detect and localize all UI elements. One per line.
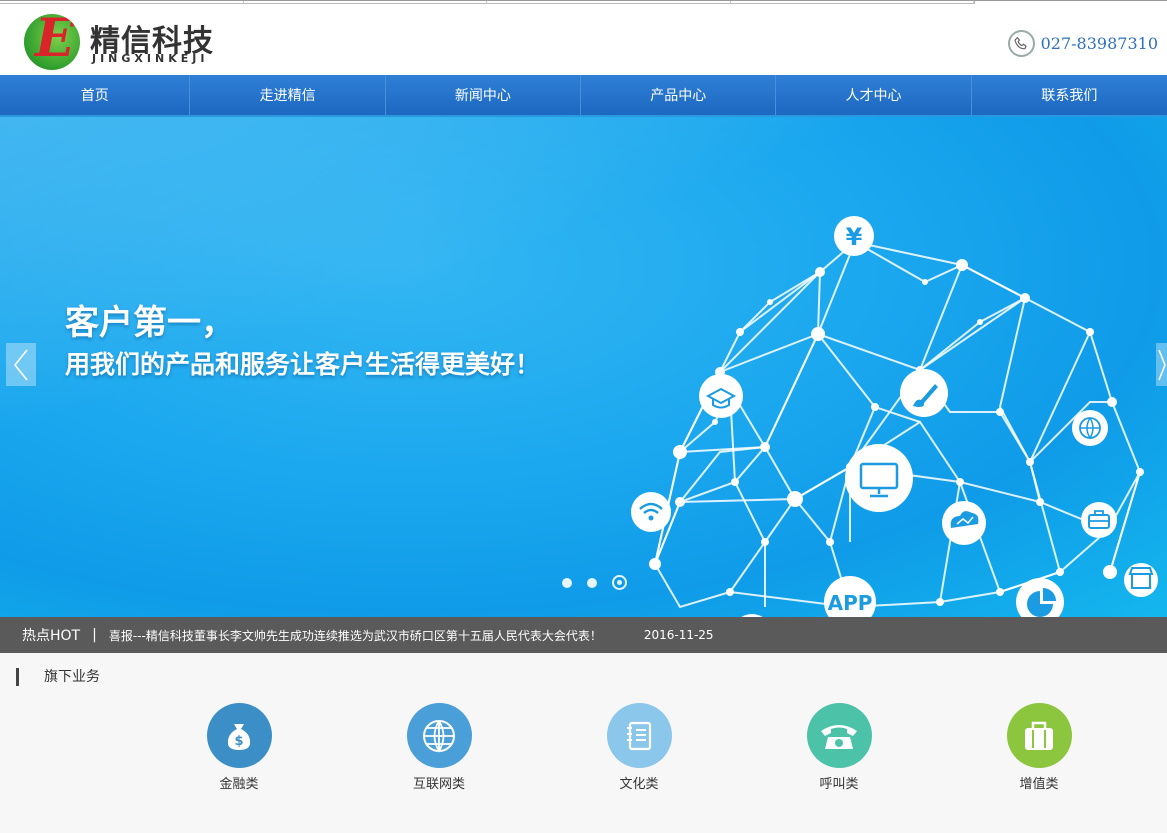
business-list: $ 金融类 互联网类 文化类 呼叫类 增值类: [139, 703, 1139, 792]
telephone-icon: [806, 703, 872, 768]
briefcase-icon: [1006, 703, 1072, 768]
slider-dots: [562, 575, 627, 590]
cloud-network-icon: [942, 501, 986, 545]
network-globe-illustration: ¥ APP: [631, 216, 1158, 617]
nav-item-home[interactable]: 首页: [0, 75, 191, 115]
toolbox-icon: [1081, 502, 1117, 538]
phone-contact: 027-83987310: [1007, 30, 1158, 57]
money-bag-icon: $: [206, 703, 272, 768]
svg-text:$: $: [234, 734, 243, 749]
banner-headline: 客户第一，: [65, 303, 235, 343]
logo[interactable]: E 精信科技 JINGXINKEJI: [24, 12, 224, 70]
business-item-label: 金融类: [219, 777, 259, 792]
notebook-icon: [606, 703, 672, 768]
phone-icon: [1007, 30, 1035, 57]
main-nav: 首页 走进精信 新闻中心 产品中心 人才中心 联系我们: [0, 75, 1167, 117]
paintbrush-icon: [900, 369, 948, 417]
business-item-valueadded[interactable]: 增值类: [939, 703, 1139, 792]
globe-bubble-icon: [1072, 410, 1108, 446]
chevron-left-icon: [13, 349, 28, 380]
business-item-internet[interactable]: 互联网类: [339, 703, 539, 792]
banner-subheadline: 用我们的产品和服务让客户生活得更美好！: [65, 350, 541, 379]
browser-tab-strip: [0, 1, 975, 4]
header: E 精信科技 JINGXINKEJI 027-83987310: [0, 0, 1167, 75]
hot-label: 热点HOT: [22, 628, 81, 644]
business-item-finance[interactable]: $ 金融类: [139, 703, 339, 792]
hero-banner: ¥ APP 客户第一， 用我们的产品和服务让客户生活得更美好！: [0, 117, 1167, 617]
slider-dot-1[interactable]: [562, 577, 572, 588]
slider-prev-button[interactable]: [6, 343, 36, 386]
nav-item-contact[interactable]: 联系我们: [972, 75, 1167, 115]
phone-number: 027-83987310: [1040, 34, 1158, 53]
business-item-label: 文化类: [619, 777, 659, 792]
business-item-culture[interactable]: 文化类: [539, 703, 739, 792]
slider-dot-2[interactable]: [587, 577, 597, 588]
yen-bubble-icon: ¥: [834, 216, 874, 256]
logo-mark-icon: E: [24, 14, 80, 70]
svg-text:¥: ¥: [846, 223, 863, 251]
chevron-right-icon: [1157, 349, 1166, 380]
business-item-callcenter[interactable]: 呼叫类: [739, 703, 939, 792]
business-item-label: 互联网类: [412, 777, 465, 792]
slider-dot-3[interactable]: [612, 575, 627, 590]
nav-item-about[interactable]: 走进精信: [190, 75, 386, 115]
business-item-label: 增值类: [1019, 777, 1059, 792]
monitor-icon: [845, 444, 913, 512]
logo-subtitle: JINGXINKEJI: [92, 52, 209, 65]
business-section-title: 旗下业务: [16, 668, 100, 686]
hot-news-bar: 热点HOT | 喜报---精信科技董事长李文帅先生成功连续推选为武汉市硚口区第十…: [0, 617, 1167, 653]
graduation-cap-icon: [699, 374, 743, 418]
nav-item-careers[interactable]: 人才中心: [776, 75, 972, 115]
hot-separator: |: [92, 627, 97, 643]
slider-next-button[interactable]: [1156, 343, 1167, 386]
storefront-icon: [1124, 563, 1158, 597]
business-item-label: 呼叫类: [819, 777, 859, 792]
nav-item-news[interactable]: 新闻中心: [386, 75, 582, 115]
hot-news-link[interactable]: 喜报---精信科技董事长李文帅先生成功连续推选为武汉市硚口区第十五届人民代表大会…: [109, 627, 602, 644]
hot-news-date: 2016-11-25: [643, 628, 714, 642]
globe-icon: [406, 703, 472, 768]
app-bubble: APP: [824, 576, 876, 617]
svg-text:APP: APP: [828, 591, 873, 615]
nav-item-products[interactable]: 产品中心: [581, 75, 777, 115]
wifi-icon: [631, 492, 671, 532]
